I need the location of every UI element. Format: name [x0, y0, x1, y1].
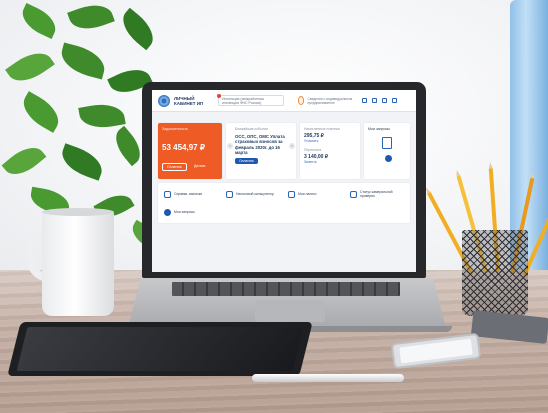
- profile-block[interactable]: Сведения о индивидуальном предпринимател…: [298, 96, 354, 105]
- overpaid-link[interactable]: Зачесть: [304, 160, 356, 164]
- debt-card: Задолженность 53 454,97 ₽ Оплатить Детал…: [158, 123, 222, 179]
- events-title: Ближайшие события: [235, 127, 268, 131]
- quick-link[interactable]: Мои запросы: [164, 206, 216, 220]
- quick-link-label: Справки, выписки: [174, 192, 203, 197]
- document-icon: [164, 190, 171, 198]
- document-icon: [382, 137, 392, 149]
- documents-card[interactable]: Мои запросы: [364, 123, 410, 179]
- profile-icon[interactable]: [392, 98, 397, 103]
- overpaid-title: Переплата: [304, 148, 322, 152]
- debt-amount: 53 454,97 ₽: [162, 143, 205, 152]
- profile-text: Сведения о индивидуальном предпринимател…: [307, 96, 353, 105]
- quick-link[interactable]: Справки, выписки: [164, 187, 216, 202]
- calculator-icon: [226, 190, 233, 198]
- mug-rim: [42, 208, 114, 216]
- quick-link-label: Налоговый калькулятор: [236, 192, 274, 197]
- quick-link[interactable]: Мои налоги: [288, 187, 340, 202]
- tax-icon: [288, 190, 295, 198]
- quick-link-label: Мои налоги: [298, 192, 317, 197]
- app-header: ЛИЧНЫЙ КАБИНЕТ ИП Инспекция (межрайонная…: [152, 90, 416, 112]
- pen: [252, 374, 404, 382]
- accrued-link[interactable]: Уточнить: [304, 139, 356, 143]
- app-title: ЛИЧНЫЙ КАБИНЕТ ИП: [174, 95, 204, 106]
- quick-link-label: Мои запросы: [174, 210, 195, 215]
- pencil-cup: [462, 230, 528, 316]
- avatar: [298, 96, 305, 105]
- header-icons: [362, 98, 397, 103]
- debt-label: Задолженность: [162, 127, 188, 131]
- photo-scene: ЛИЧНЫЙ КАБИНЕТ ИП Инспекция (межрайонная…: [0, 0, 548, 413]
- quick-link[interactable]: Статус камеральной проверки: [350, 187, 402, 202]
- accrued-title: Начисленные платежи: [304, 127, 340, 131]
- next-arrow-icon[interactable]: ›: [289, 143, 295, 149]
- laptop-trackpad: [255, 300, 325, 322]
- quick-link-label: Статус камеральной проверки: [360, 190, 393, 199]
- events-card: ‹ › Ближайшие события ОСС, ОПС, ОМС Упла…: [226, 123, 296, 179]
- magnifier-icon: [350, 190, 357, 198]
- quick-links: Справки, выписки Налоговый калькулятор М…: [158, 183, 410, 223]
- white-mug: [42, 212, 114, 316]
- laptop-screen: ЛИЧНЫЙ КАБИНЕТ ИП Инспекция (межрайонная…: [152, 90, 416, 272]
- arrow-right-icon: [164, 208, 171, 216]
- inspection-select[interactable]: Инспекция (межрайонная инспекция ФНС Рос…: [217, 94, 284, 106]
- quick-link[interactable]: Налоговый калькулятор: [226, 187, 278, 202]
- settings-icon[interactable]: [382, 98, 387, 103]
- documents-title: Мои запросы: [368, 127, 391, 131]
- documents-icon[interactable]: [362, 98, 367, 103]
- tablet: [7, 322, 313, 376]
- prev-arrow-icon[interactable]: ‹: [227, 143, 233, 149]
- fns-logo: [158, 94, 170, 107]
- laptop-keyboard: [172, 282, 400, 296]
- arrow-right-icon[interactable]: [385, 155, 392, 162]
- events-text: ОСС, ОПС, ОМС Уплата страховых взносов з…: [235, 134, 285, 156]
- pay-button[interactable]: Оплатить: [162, 163, 188, 171]
- messages-icon[interactable]: [372, 98, 377, 103]
- events-pay-button[interactable]: Оплатить: [235, 158, 259, 165]
- accruals-card: Начисленные платежи 295,75 ₽ Уточнить Пе…: [300, 123, 360, 179]
- details-link[interactable]: Детали: [192, 163, 207, 171]
